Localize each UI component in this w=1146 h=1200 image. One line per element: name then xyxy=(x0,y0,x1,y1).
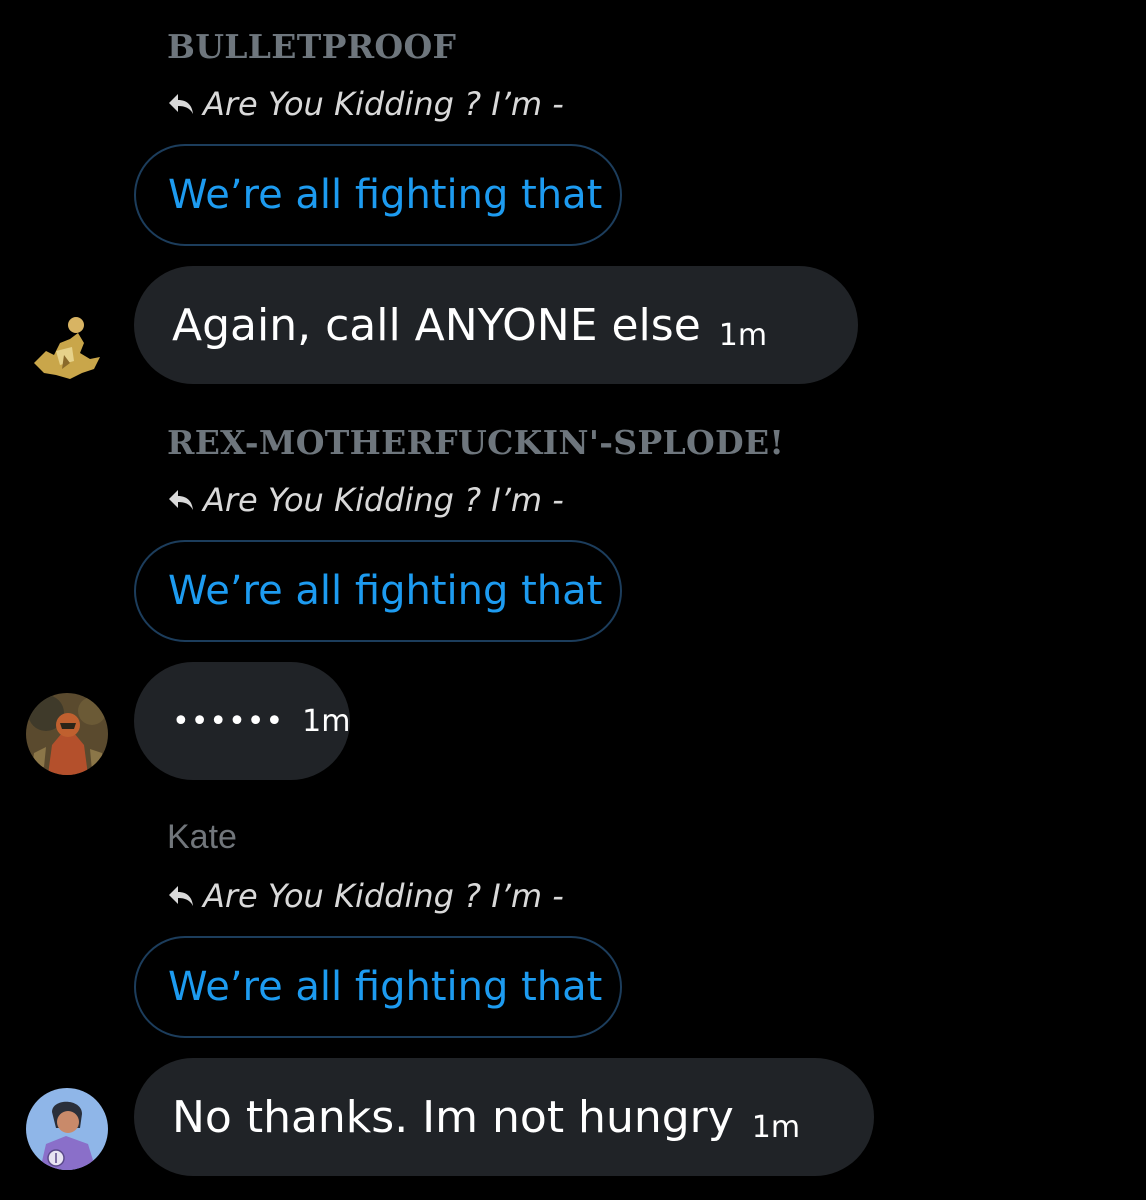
reply-context-text: Are You Kidding ? I’m - xyxy=(203,481,564,519)
avatar[interactable] xyxy=(26,1088,108,1170)
quoted-text: We’re all fighting that xyxy=(168,568,603,614)
reply-arrow-icon xyxy=(169,886,193,906)
sender-name: Kate xyxy=(167,818,237,856)
quoted-message[interactable]: We’re all fighting that xyxy=(134,540,622,642)
message-bubble[interactable]: Again, call ANYONE else 1m xyxy=(134,266,858,384)
quoted-text: We’re all fighting that xyxy=(168,964,603,1010)
message-timestamp: 1m xyxy=(718,317,768,353)
message-text: •••••• xyxy=(172,703,285,739)
avatar-image xyxy=(26,1088,108,1170)
sender-name: REX-MOTHERFUCKIN'-SPLODE! xyxy=(167,423,785,462)
quoted-text: We’re all fighting that xyxy=(168,172,603,218)
message-timestamp: 1m xyxy=(302,703,351,739)
reply-arrow-icon xyxy=(169,490,193,510)
reply-context-text: Are You Kidding ? I’m - xyxy=(203,877,564,915)
avatar[interactable] xyxy=(26,693,108,775)
message-text: No thanks. Im not hungry xyxy=(172,1091,734,1143)
reply-context[interactable]: Are You Kidding ? I’m - xyxy=(167,84,564,124)
reply-context[interactable]: Are You Kidding ? I’m - xyxy=(167,480,564,520)
sender-name: BULLETPROOF xyxy=(167,27,457,66)
quoted-message[interactable]: We’re all fighting that xyxy=(134,144,622,246)
message-timestamp: 1m xyxy=(751,1109,801,1145)
avatar[interactable] xyxy=(26,303,108,385)
message-bubble[interactable]: •••••• 1m xyxy=(134,662,350,780)
reply-context-text: Are You Kidding ? I’m - xyxy=(203,85,564,123)
avatar-image xyxy=(26,693,108,775)
message-bubble[interactable]: No thanks. Im not hungry 1m xyxy=(134,1058,874,1176)
reply-context[interactable]: Are You Kidding ? I’m - xyxy=(167,876,564,916)
quoted-message[interactable]: We’re all fighting that xyxy=(134,936,622,1038)
avatar-image xyxy=(26,303,108,385)
reply-arrow-icon xyxy=(169,94,193,114)
message-text: Again, call ANYONE else xyxy=(172,299,701,351)
